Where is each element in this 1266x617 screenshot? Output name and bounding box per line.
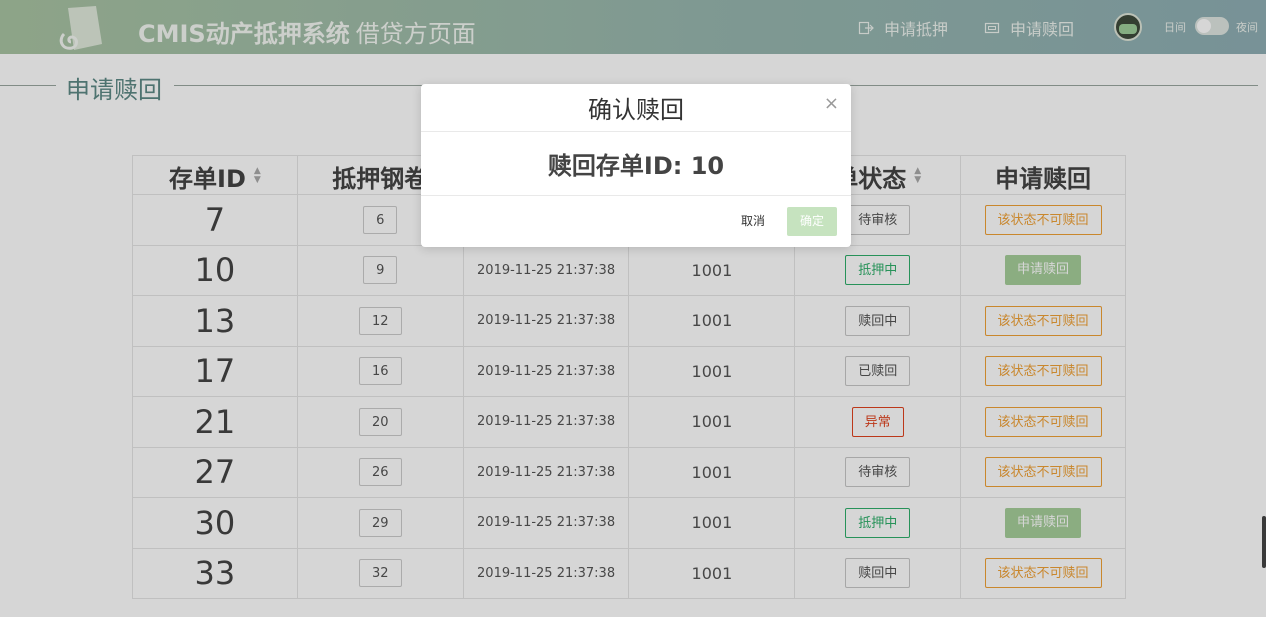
scrollbar-thumb[interactable] (1262, 516, 1266, 568)
confirm-redeem-dialog: 确认赎回 × 赎回存单ID: 10 取消 确定 (421, 84, 851, 247)
cancel-button[interactable]: 取消 (729, 207, 777, 236)
modal-message: 赎回存单ID: 10 (547, 152, 725, 180)
modal-header: 确认赎回 × (421, 84, 851, 132)
confirm-button[interactable]: 确定 (787, 207, 837, 236)
modal-title: 确认赎回 (588, 96, 684, 124)
modal-body: 赎回存单ID: 10 (421, 132, 851, 196)
close-icon[interactable]: × (824, 95, 839, 113)
modal-footer: 取消 确定 (421, 196, 851, 246)
